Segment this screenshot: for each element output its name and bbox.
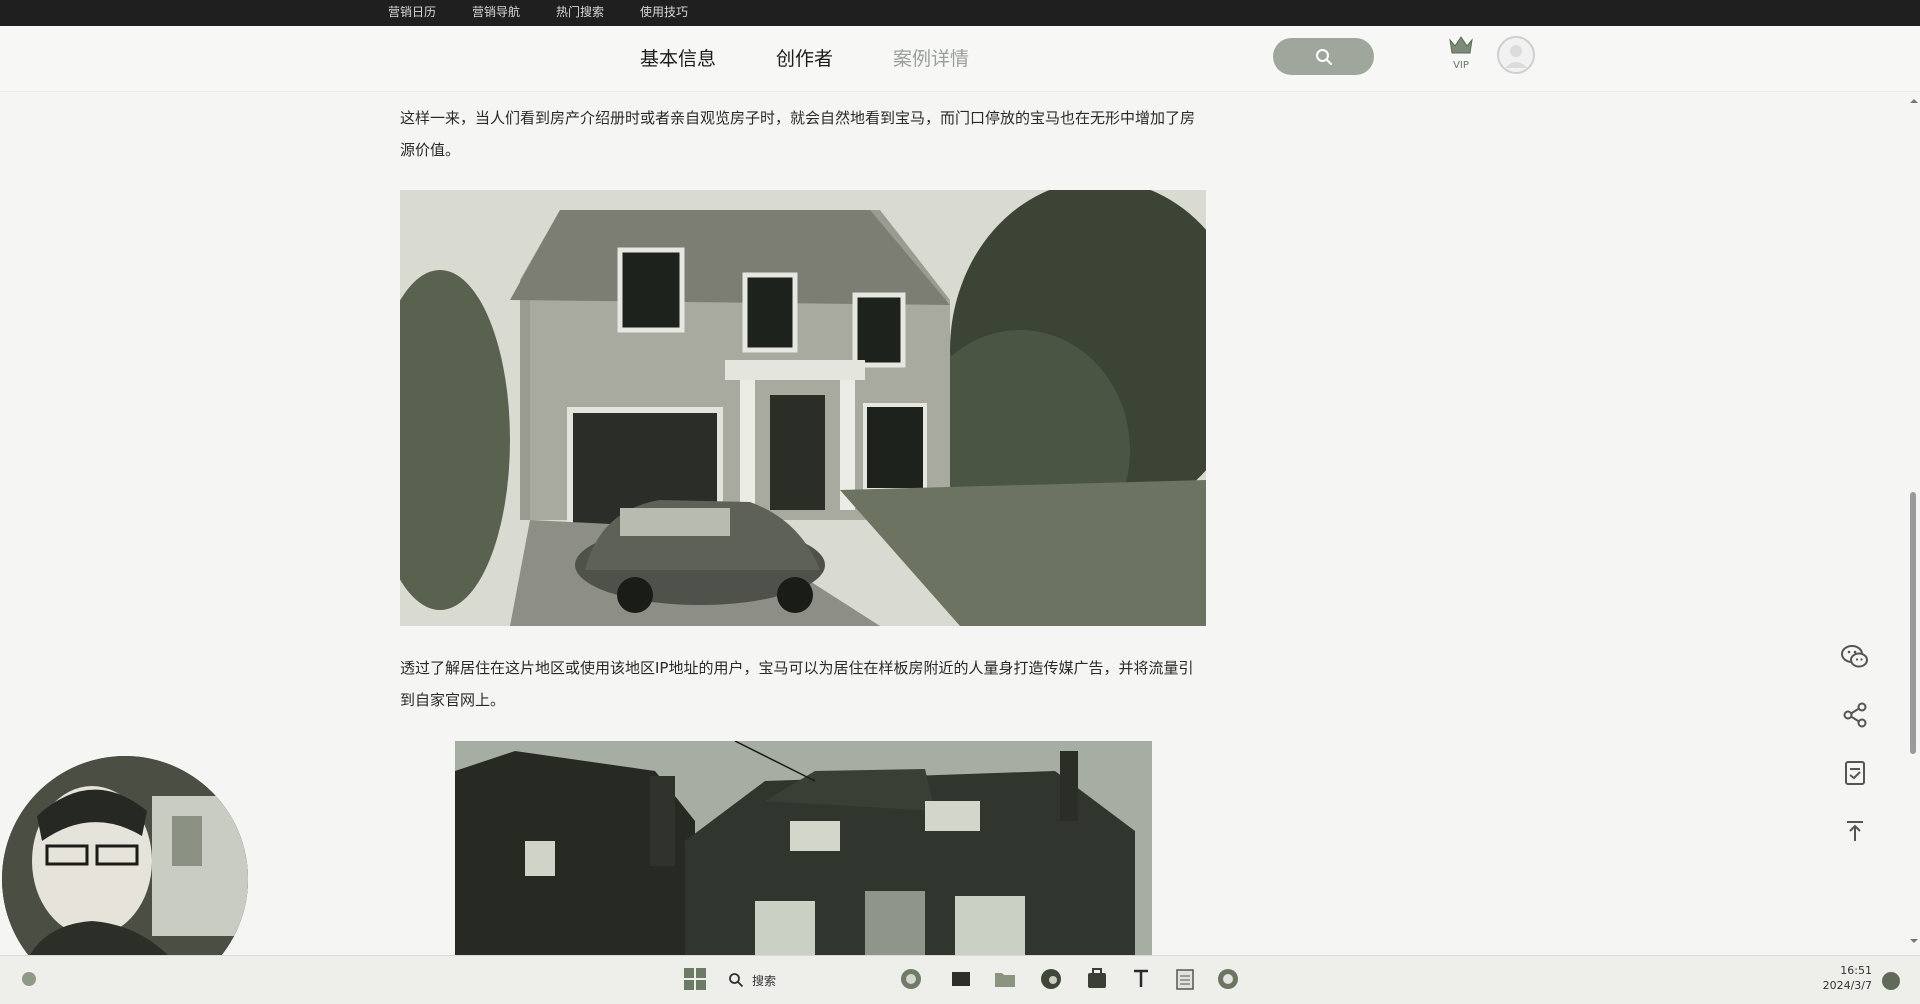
user-avatar[interactable] [1497, 36, 1535, 74]
house-exterior-image [455, 741, 1152, 959]
search-button[interactable] [1273, 38, 1374, 75]
page-header: 基本信息 创作者 案例详情 VIP [0, 26, 1920, 92]
taskbar-app-typora[interactable] [1128, 966, 1154, 992]
text-icon [1134, 969, 1148, 987]
weather-widget[interactable] [18, 968, 40, 990]
store-icon [1088, 968, 1106, 988]
tab-creator[interactable]: 创作者 [776, 44, 833, 71]
taskbar-app-edge[interactable] [1038, 966, 1064, 992]
note-icon[interactable] [1840, 758, 1870, 788]
taskbar-clock[interactable]: 16:51 2024/3/7 [1808, 963, 1872, 993]
vip-badge[interactable]: VIP [1446, 34, 1476, 74]
taskbar-app-folder[interactable] [992, 966, 1018, 992]
top-links: 营销日历 营销导航 热门搜索 使用技巧 [388, 0, 688, 26]
crown-icon [1449, 36, 1473, 54]
article-paragraph: 透过了解居住在这片地区或使用该地区IP地址的用户，宝马可以为居住在样板房附近的人… [400, 659, 1194, 709]
tab-basic-info[interactable]: 基本信息 [640, 44, 716, 71]
scroll-up-arrow-icon[interactable] [1909, 96, 1919, 106]
top-bar: 营销日历 营销导航 热门搜索 使用技巧 [0, 0, 1920, 26]
taskbar: 搜索 16:51 2024/3/7 [0, 955, 1920, 1004]
taskbar-search-label: 搜索 [752, 973, 777, 988]
notepad-icon [1176, 969, 1194, 990]
notification-icon [1882, 972, 1900, 990]
tab-case-detail[interactable]: 案例详情 [893, 44, 969, 71]
taskbar-app-notepad[interactable] [1172, 966, 1198, 992]
back-to-top-icon[interactable] [1840, 816, 1870, 846]
top-link-calendar[interactable]: 营销日历 [388, 0, 436, 26]
windows-icon [684, 968, 706, 990]
floating-toolbar [1840, 642, 1874, 874]
folder-icon [995, 973, 1015, 987]
top-link-navigation[interactable]: 营销导航 [472, 0, 520, 26]
globe-icon [901, 969, 921, 989]
user-icon [1505, 45, 1527, 68]
clock-time: 16:51 [1840, 964, 1872, 977]
taskbar-search[interactable]: 搜索 [728, 968, 776, 992]
top-link-hot-search[interactable]: 热门搜索 [556, 0, 604, 26]
house-with-car-image [400, 190, 1206, 626]
page-scrollbar[interactable] [1908, 92, 1920, 948]
detail-tabs: 基本信息 创作者 案例详情 [640, 44, 969, 71]
search-icon [1315, 48, 1332, 65]
vip-label: VIP [1453, 60, 1469, 71]
start-button[interactable] [682, 966, 708, 992]
search-icon [729, 973, 744, 988]
tablet-icon [952, 972, 970, 986]
article-paragraph: 这样一来，当人们看到房产介绍册时或者亲自观览房子时，就会自然地看到宝马，而门口停… [400, 109, 1196, 159]
share-icon[interactable] [1840, 700, 1870, 730]
clock-date: 2024/3/7 [1822, 979, 1872, 992]
taskbar-app-chat[interactable] [1215, 966, 1241, 992]
chat-icon [1218, 969, 1238, 989]
taskbar-app-store[interactable] [1084, 966, 1110, 992]
weather-icon [22, 972, 36, 986]
edge-icon [1041, 969, 1061, 989]
taskbar-app-tablet[interactable] [948, 966, 974, 992]
scroll-thumb[interactable] [1910, 492, 1916, 754]
taskbar-app-browser[interactable] [898, 966, 924, 992]
notification-tray[interactable] [1878, 968, 1904, 994]
scroll-down-arrow-icon[interactable] [1909, 936, 1919, 946]
top-link-tips[interactable]: 使用技巧 [640, 0, 688, 26]
wechat-icon[interactable] [1840, 642, 1870, 672]
